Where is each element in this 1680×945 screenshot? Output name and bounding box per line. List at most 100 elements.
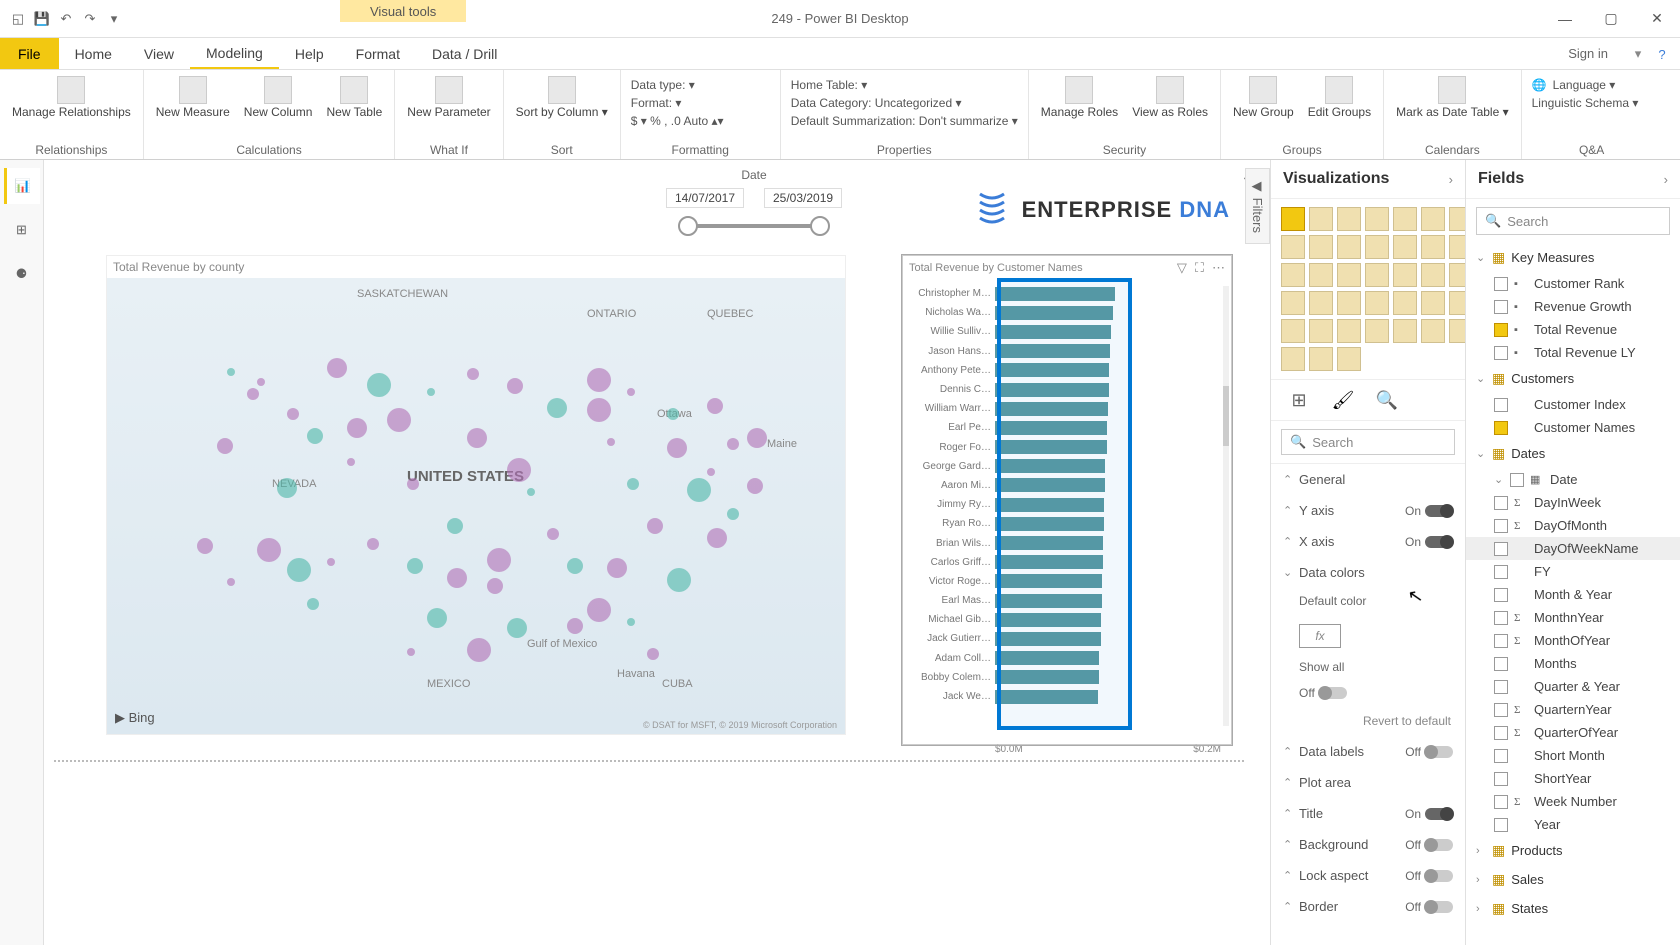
map-bubble[interactable] xyxy=(367,373,391,397)
bar-scrollbar[interactable] xyxy=(1223,286,1229,726)
default-summarization-dropdown[interactable]: Default Summarization: Don't summarize ▾ xyxy=(791,114,1018,128)
field-totalrevenuely[interactable]: ▪Total Revenue LY xyxy=(1466,341,1680,364)
field-dayofweekname[interactable]: DayOfWeekName xyxy=(1466,537,1680,560)
bar-rect[interactable] xyxy=(995,421,1107,435)
bar-rect[interactable] xyxy=(995,670,1099,684)
menu-tab-view[interactable]: View xyxy=(128,38,190,69)
new-table-button[interactable]: New Table xyxy=(324,74,384,121)
viz-type-icon[interactable] xyxy=(1337,291,1361,315)
bar-row[interactable]: Jimmy Ry… xyxy=(909,495,1221,514)
map-bubble[interactable] xyxy=(347,458,355,466)
bar-row[interactable]: Jason Hans… xyxy=(909,342,1221,361)
format-section-plot-area[interactable]: ⌃Plot area xyxy=(1271,767,1465,798)
map-bubble[interactable] xyxy=(487,548,511,572)
menu-tab-format[interactable]: Format xyxy=(340,38,416,69)
fx-button[interactable]: fx xyxy=(1299,624,1341,648)
map-bubble[interactable] xyxy=(567,618,583,634)
viz-type-icon[interactable] xyxy=(1337,347,1361,371)
minimize-button[interactable]: ― xyxy=(1542,0,1588,38)
format-section-data-labels[interactable]: ⌃Data labelsOff xyxy=(1271,736,1465,767)
map-bubble[interactable] xyxy=(307,428,323,444)
viz-type-icon[interactable] xyxy=(1337,235,1361,259)
bar-rect[interactable] xyxy=(995,613,1101,627)
field-checkbox[interactable] xyxy=(1494,496,1508,510)
bar-rect[interactable] xyxy=(995,574,1102,588)
map-bubble[interactable] xyxy=(447,568,467,588)
field-checkbox[interactable] xyxy=(1494,680,1508,694)
field-checkbox[interactable] xyxy=(1494,726,1508,740)
field-checkbox[interactable] xyxy=(1494,795,1508,809)
field-months[interactable]: Months xyxy=(1466,652,1680,675)
viz-type-icon[interactable] xyxy=(1421,263,1445,287)
map-bubble[interactable] xyxy=(647,648,659,660)
format-search[interactable]: 🔍 Search xyxy=(1281,429,1455,455)
map-bubble[interactable] xyxy=(667,438,687,458)
date-slicer[interactable]: Date 14/07/2017 25/03/2019 xyxy=(664,168,844,228)
map-bubble[interactable] xyxy=(607,558,627,578)
field-weeknumber[interactable]: ΣWeek Number xyxy=(1466,790,1680,813)
field-dayinweek[interactable]: ΣDayInWeek xyxy=(1466,491,1680,514)
bar-rect[interactable] xyxy=(995,690,1098,704)
bar-rect[interactable] xyxy=(995,478,1105,492)
date-slider-handle-start[interactable] xyxy=(678,216,698,236)
format-section-general[interactable]: ⌃General xyxy=(1271,464,1465,495)
field-checkbox[interactable] xyxy=(1494,565,1508,579)
toggle-x-axis[interactable]: On xyxy=(1405,535,1453,549)
map-bubble[interactable] xyxy=(407,558,423,574)
fields-search[interactable]: 🔍 Search xyxy=(1476,207,1670,235)
viz-type-icon[interactable] xyxy=(1337,263,1361,287)
field-table-customers[interactable]: ⌄▦Customers xyxy=(1466,364,1680,393)
field-date[interactable]: ⌄▦Date xyxy=(1466,468,1680,491)
field-checkbox[interactable] xyxy=(1494,346,1508,360)
linguistic-schema-dropdown[interactable]: Linguistic Schema ▾ xyxy=(1532,96,1652,110)
home-table-dropdown[interactable]: Home Table: ▾ xyxy=(791,78,1018,92)
field-fy[interactable]: FY xyxy=(1466,560,1680,583)
map-bubble[interactable] xyxy=(627,388,635,396)
field-monthofyear[interactable]: ΣMonthOfYear xyxy=(1466,629,1680,652)
viz-type-icon[interactable] xyxy=(1281,347,1305,371)
menu-tab-datadrill[interactable]: Data / Drill xyxy=(416,38,513,69)
sort-by-column-button[interactable]: Sort by Column ▾ xyxy=(514,74,610,121)
bar-row[interactable]: Brian Wils… xyxy=(909,533,1221,552)
field-checkbox[interactable] xyxy=(1494,519,1508,533)
new-measure-button[interactable]: New Measure xyxy=(154,74,232,121)
format-section-title[interactable]: ⌃TitleOn xyxy=(1271,798,1465,829)
field-checkbox[interactable] xyxy=(1494,772,1508,786)
report-view-button[interactable]: 📊 xyxy=(4,168,40,204)
field-customerrank[interactable]: ▪Customer Rank xyxy=(1466,272,1680,295)
bar-row[interactable]: Christopher M… xyxy=(909,284,1221,303)
field-checkbox[interactable] xyxy=(1494,634,1508,648)
field-checkbox[interactable] xyxy=(1494,657,1508,671)
bar-row[interactable]: Roger Fo… xyxy=(909,438,1221,457)
fields-tab-icon[interactable]: ⊞ xyxy=(1285,386,1313,414)
field-quarterofyear[interactable]: ΣQuarterOfYear xyxy=(1466,721,1680,744)
map-bubble[interactable] xyxy=(287,408,299,420)
map-bubble[interactable] xyxy=(627,478,639,490)
map-bubble[interactable] xyxy=(467,368,479,380)
bar-rect[interactable] xyxy=(995,594,1102,608)
format-section-y-axis[interactable]: ⌃Y axisOn xyxy=(1271,495,1465,526)
viz-type-icon[interactable] xyxy=(1281,235,1305,259)
field-checkbox[interactable] xyxy=(1494,421,1508,435)
bar-row[interactable]: Jack We… xyxy=(909,687,1221,706)
edit-groups-button[interactable]: Edit Groups xyxy=(1306,74,1373,121)
menu-tab-modeling[interactable]: Modeling xyxy=(190,38,279,69)
more-options-icon[interactable]: ⋯ xyxy=(1212,260,1225,276)
map-bubble[interactable] xyxy=(587,368,611,392)
map-bubble[interactable] xyxy=(257,378,265,386)
field-checkbox[interactable] xyxy=(1494,703,1508,717)
bar-row[interactable]: Adam Coll… xyxy=(909,649,1221,668)
viz-type-icon[interactable] xyxy=(1281,291,1305,315)
signin-link[interactable]: Sign in xyxy=(1552,38,1624,69)
viz-type-icon[interactable] xyxy=(1365,207,1389,231)
viz-type-icon[interactable] xyxy=(1449,319,1465,343)
toggle-border[interactable]: Off xyxy=(1405,900,1453,914)
map-bubble[interactable] xyxy=(487,578,503,594)
bar-rect[interactable] xyxy=(995,402,1108,416)
map-bubble[interactable] xyxy=(507,458,531,482)
format-section-x-axis[interactable]: ⌃X axisOn xyxy=(1271,526,1465,557)
map-bubble[interactable] xyxy=(567,558,583,574)
map-bubble[interactable] xyxy=(527,488,535,496)
field-checkbox[interactable] xyxy=(1494,611,1508,625)
map-bubble[interactable] xyxy=(287,558,311,582)
